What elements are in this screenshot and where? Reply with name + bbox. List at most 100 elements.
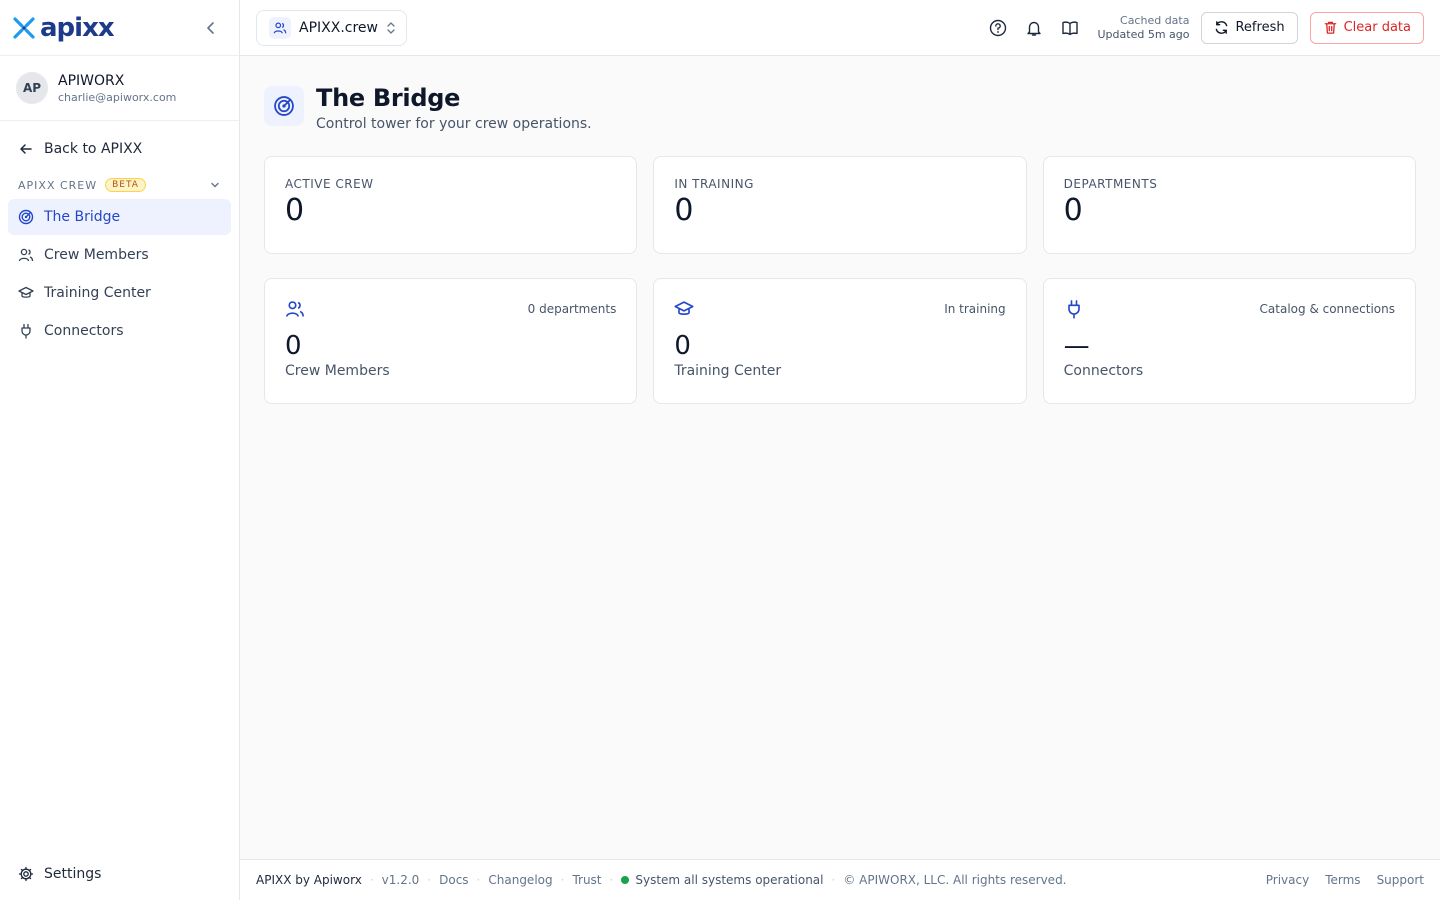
graduation-cap-icon: [18, 286, 34, 298]
stat-active-crew: ACTIVE CREW 0: [264, 156, 638, 254]
card-name: Training Center: [674, 363, 782, 379]
sidebar-item-label: Crew Members: [44, 247, 149, 263]
cache-status-label: Cached data: [1120, 13, 1190, 27]
stat-in-training: IN TRAINING 0: [653, 156, 1027, 254]
bell-icon: [1026, 21, 1041, 36]
stat-departments: DEPARTMENTS 0: [1042, 156, 1416, 254]
top-bar: APIXX.crew Cached data Updated 5m ago Re…: [240, 0, 1440, 56]
top-bar-actions: Cached data Updated 5m ago Refresh Clear…: [974, 11, 1424, 44]
chevron-up-down-icon: [387, 21, 395, 34]
beta-badge: BETA: [105, 178, 146, 192]
section-apixx-crew: APIXX CREW BETA: [8, 173, 231, 197]
user-profile[interactable]: AP APIWORX charlie@apiworx.com: [0, 56, 239, 121]
page-subtitle: Control tower for your crew operations.: [316, 116, 592, 132]
footer-version: v1.2.0: [381, 873, 420, 887]
card-name: Connectors: [1063, 363, 1144, 379]
chevron-down-icon: [211, 182, 219, 187]
trash-icon: [1324, 21, 1336, 34]
footer-docs-link[interactable]: Docs: [439, 873, 468, 887]
sidebar-item-the-bridge[interactable]: The Bridge: [8, 199, 231, 235]
users-icon: [18, 248, 34, 262]
footer-trust-link[interactable]: Trust: [572, 873, 601, 887]
settings-label: Settings: [44, 866, 102, 882]
system-status-label: System all systems operational: [635, 873, 824, 887]
chevron-left-icon: [207, 22, 214, 34]
footer-privacy-link[interactable]: Privacy: [1266, 873, 1309, 887]
user-name: APIWORX: [58, 72, 125, 89]
footer-separator: ·: [369, 873, 374, 887]
clear-data-button[interactable]: Clear data: [1309, 11, 1424, 44]
page-header: The Bridge Control tower for your crew o…: [264, 84, 1416, 132]
main-content: The Bridge Control tower for your crew o…: [240, 56, 1440, 860]
card-value: 0: [674, 331, 691, 361]
footer-terms-link[interactable]: Terms: [1325, 873, 1360, 887]
card-hint: Catalog & connections: [1259, 302, 1395, 316]
apixx-logo-mark-icon: [13, 16, 35, 39]
help-circle-icon: [989, 19, 1006, 36]
status-dot-icon: [621, 876, 630, 884]
users-icon: [286, 301, 304, 317]
card-name: Crew Members: [285, 363, 390, 379]
footer-separator: ·: [831, 873, 836, 887]
cache-updated-time: Updated 5m ago: [1097, 27, 1190, 41]
sidebar-item-crew-members[interactable]: Crew Members: [8, 237, 231, 273]
cache-status: Cached data Updated 5m ago: [1098, 14, 1190, 42]
footer-links: Privacy Terms Support: [1250, 873, 1424, 887]
refresh-icon: [1216, 21, 1228, 34]
system-status[interactable]: System all systems operational: [621, 873, 824, 887]
arrow-left-icon: [20, 144, 32, 154]
sidebar-item-label: The Bridge: [44, 209, 121, 225]
notifications-button[interactable]: [1022, 16, 1046, 40]
collapse-sidebar-button[interactable]: [201, 18, 221, 38]
footer-brand: APIXX by Apiworx: [256, 873, 362, 887]
page-icon-box: [264, 86, 304, 126]
clear-data-label: Clear data: [1343, 20, 1411, 35]
help-button[interactable]: [986, 16, 1010, 40]
sidebar: apixx AP APIWORX charlie@apiworx.com Bac…: [0, 0, 240, 900]
app-switcher-icon-box: [269, 16, 291, 39]
radar-icon: [18, 209, 34, 225]
back-label: Back to APIXX: [44, 141, 143, 157]
stat-value: 0: [285, 193, 305, 228]
back-to-apixx-link[interactable]: Back to APIXX: [8, 131, 231, 167]
gear-icon: [18, 866, 34, 882]
avatar: AP: [16, 72, 48, 104]
page-title: The Bridge: [316, 84, 461, 112]
footer-support-link[interactable]: Support: [1377, 873, 1424, 887]
app-switcher[interactable]: APIXX.crew: [256, 9, 407, 46]
stat-label: DEPARTMENTS: [1063, 177, 1158, 191]
card-hint: 0 departments: [527, 302, 617, 316]
refresh-button[interactable]: Refresh: [1201, 11, 1298, 44]
plug-icon: [21, 323, 31, 339]
refresh-label: Refresh: [1235, 20, 1285, 35]
card-connectors[interactable]: Catalog & connections — Connectors: [1042, 278, 1416, 404]
users-icon: [273, 21, 287, 33]
sidebar-item-label: Connectors: [44, 323, 124, 339]
graduation-cap-icon: [674, 301, 694, 315]
card-hint: In training: [944, 302, 1006, 316]
module-cards-grid: 0 departments 0 Crew Members In training…: [264, 278, 1416, 404]
stats-grid: ACTIVE CREW 0 IN TRAINING 0 DEPARTMENTS …: [264, 156, 1416, 254]
logo-text[interactable]: apixx: [40, 13, 115, 43]
sidebar-item-settings[interactable]: Settings: [8, 858, 230, 890]
sidebar-item-training-center[interactable]: Training Center: [8, 275, 231, 311]
footer-copyright: © APIWORX, LLC. All rights reserved.: [843, 873, 1067, 887]
footer-separator: ·: [476, 873, 481, 887]
card-value: —: [1063, 331, 1090, 361]
user-email: charlie@apiworx.com: [58, 90, 177, 104]
docs-button[interactable]: [1058, 16, 1082, 40]
sidebar-item-label: Training Center: [44, 285, 151, 301]
stat-value: 0: [1063, 193, 1083, 228]
footer-separator: ·: [560, 873, 565, 887]
card-crew-members[interactable]: 0 departments 0 Crew Members: [264, 278, 638, 404]
book-open-icon: [1061, 21, 1078, 35]
card-training-center[interactable]: In training 0 Training Center: [653, 278, 1027, 404]
plug-icon: [1067, 300, 1080, 319]
app-switcher-label: APIXX.crew: [299, 19, 378, 36]
footer-changelog-link[interactable]: Changelog: [488, 873, 552, 887]
footer-separator: ·: [427, 873, 432, 887]
section-toggle[interactable]: [209, 176, 221, 195]
footer-separator: ·: [609, 873, 614, 887]
sidebar-item-connectors[interactable]: Connectors: [8, 313, 231, 349]
logo-row: apixx: [0, 0, 239, 56]
